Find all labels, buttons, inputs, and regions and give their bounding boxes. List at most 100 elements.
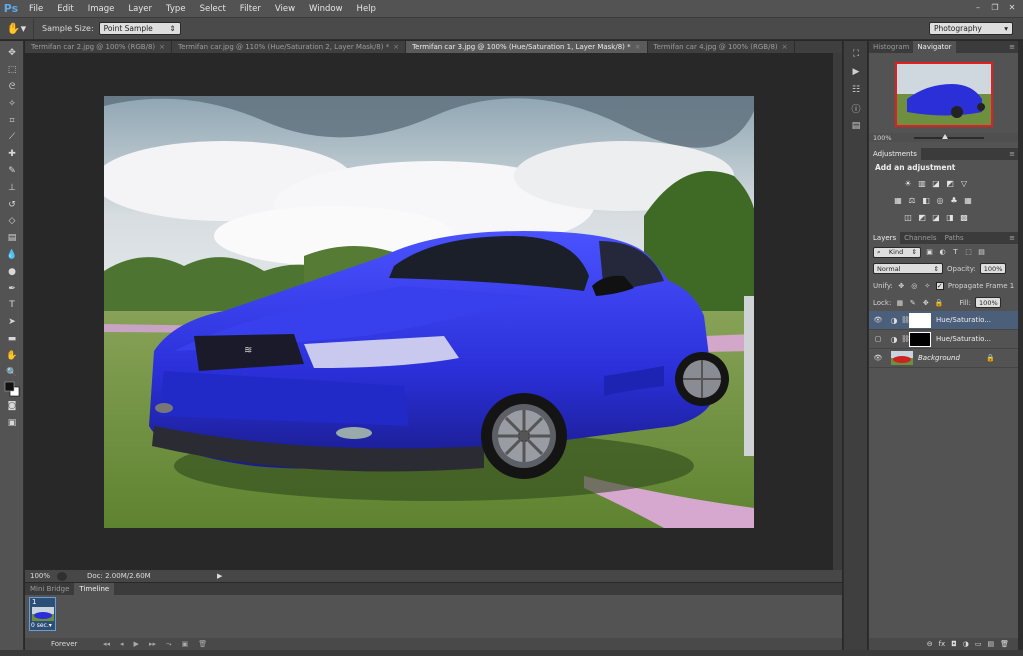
navigator-thumbnail[interactable] (895, 62, 993, 127)
restore-button[interactable]: ❐ (988, 2, 1002, 14)
color-swatches-icon[interactable] (0, 381, 24, 398)
selective-color-icon[interactable]: ◨ (945, 213, 955, 223)
navigator-zoom-slider[interactable] (913, 133, 984, 139)
unify-visibility-icon[interactable]: ◎ (910, 282, 919, 290)
photo-filter-icon[interactable]: ◎ (935, 196, 945, 206)
status-menu-arrow-icon[interactable]: ▶ (217, 572, 222, 580)
panel-menu-icon[interactable]: ≡ (1009, 148, 1015, 160)
gradient-tool-icon[interactable]: ▤ (0, 230, 24, 247)
first-frame-icon[interactable]: ◂◂ (103, 640, 110, 648)
sample-size-select[interactable]: Point Sample ⇕ (98, 22, 181, 35)
duplicate-frame-icon[interactable]: ▣ (182, 640, 189, 648)
lock-pixels-icon[interactable]: ✎ (908, 299, 917, 307)
add-mask-icon[interactable]: ◘ (951, 640, 957, 648)
loop-select[interactable]: Forever (51, 640, 93, 648)
layer-style-icon[interactable]: fx (939, 640, 946, 648)
delete-frame-icon[interactable]: 🗑 (198, 640, 207, 648)
tab-channels[interactable]: Channels (900, 232, 940, 244)
slider-knob-icon[interactable] (941, 133, 948, 139)
zoom-tool-icon[interactable]: 🔍 (0, 364, 24, 381)
invert-icon[interactable]: ◫ (903, 213, 913, 223)
tab-histogram[interactable]: Histogram (869, 41, 913, 53)
tab-timeline[interactable]: Timeline (74, 583, 115, 595)
opacity-input[interactable]: 100% (979, 263, 1006, 274)
layer-mask-thumbnail[interactable] (909, 331, 931, 347)
pixel-filter-icon[interactable]: ▣ (925, 248, 934, 256)
move-tool-icon[interactable]: ✥ (0, 45, 24, 62)
shape-filter-icon[interactable]: ⬚ (964, 248, 973, 256)
document-tab[interactable]: Termifan car.jpg @ 110% (Hue/Saturation … (172, 41, 407, 53)
menu-edit[interactable]: Edit (50, 0, 80, 18)
tab-mini-bridge[interactable]: Mini Bridge (25, 583, 74, 595)
animation-frame[interactable]: 1 0 sec.▾ (29, 597, 56, 631)
eyedropper-tool-icon[interactable]: ⟋ (0, 129, 24, 146)
layer-row[interactable]: 👁 ◑ ⛓ Hue/Saturatio... (869, 311, 1018, 330)
brush-tool-icon[interactable]: ✎ (0, 163, 24, 180)
menu-type[interactable]: Type (159, 0, 193, 18)
smart-object-filter-icon[interactable]: ▤ (977, 248, 986, 256)
tab-adjustments[interactable]: Adjustments (869, 148, 921, 160)
link-chain-icon[interactable]: ⛓ (901, 316, 910, 324)
menu-image[interactable]: Image (81, 0, 122, 18)
fill-input[interactable]: 100% (975, 297, 1002, 308)
menu-layer[interactable]: Layer (121, 0, 159, 18)
color-balance-icon[interactable]: ⚖ (907, 196, 917, 206)
menu-select[interactable]: Select (193, 0, 233, 18)
menu-window[interactable]: Window (302, 0, 350, 18)
tab-navigator[interactable]: Navigator (913, 41, 956, 53)
previous-frame-icon[interactable]: ◂ (120, 640, 124, 648)
close-tab-icon[interactable]: × (393, 43, 399, 51)
link-chain-icon[interactable]: ⛓ (901, 335, 910, 343)
curves-icon[interactable]: ◪ (931, 179, 941, 189)
menu-file[interactable]: File (22, 0, 50, 18)
layer-mask-thumbnail[interactable] (909, 312, 931, 328)
type-tool-icon[interactable]: T (0, 297, 24, 314)
close-tab-icon[interactable]: × (635, 43, 641, 51)
brightness-contrast-icon[interactable]: ☀ (903, 179, 913, 189)
hue-saturation-icon[interactable]: ▦ (893, 196, 903, 206)
hand-tool-icon[interactable]: ✋ (0, 347, 24, 364)
minimize-button[interactable]: – (971, 2, 985, 14)
exposure-icon[interactable]: ◩ (945, 179, 955, 189)
delete-layer-icon[interactable]: 🗑 (1000, 640, 1009, 648)
history-brush-tool-icon[interactable]: ↺ (0, 196, 24, 213)
layer-row[interactable]: 👁 Background 🔒 (869, 349, 1018, 368)
adjustment-filter-icon[interactable]: ◐ (938, 248, 947, 256)
hand-tool-preset-icon[interactable]: ✋▾ (0, 18, 34, 39)
shape-tool-icon[interactable]: ▬ (0, 331, 24, 348)
visibility-eye-icon[interactable]: 👁 (869, 316, 887, 324)
layer-filter-select[interactable]: ⌕ Kind ⇕ (873, 246, 921, 258)
levels-icon[interactable]: ▥ (917, 179, 927, 189)
lock-position-icon[interactable]: ✥ (921, 299, 930, 307)
lasso-tool-icon[interactable]: ᘓ (0, 79, 24, 96)
quick-mask-icon[interactable]: ◙ (0, 398, 24, 415)
workspace-select[interactable]: Photography ▾ (929, 22, 1013, 35)
clone-stamp-tool-icon[interactable]: ⊥ (0, 179, 24, 196)
info-panel-icon[interactable]: ⓘ (844, 99, 868, 117)
brush-presets-panel-icon[interactable]: ▤ (844, 117, 868, 135)
vibrance-icon[interactable]: ▽ (959, 179, 969, 189)
visibility-eye-icon[interactable]: 👁 (869, 354, 887, 362)
zoom-level[interactable]: 100% (25, 572, 57, 580)
document-tab-active[interactable]: Termifan car 3.jpg @ 100% (Hue/Saturatio… (406, 41, 648, 53)
eraser-tool-icon[interactable]: ◇ (0, 213, 24, 230)
frame-delay[interactable]: 0 sec.▾ (31, 622, 52, 629)
vertical-scrollbar[interactable] (833, 53, 842, 570)
propagate-checkbox[interactable]: ✓ (935, 281, 944, 290)
crop-tool-icon[interactable]: ⌗ (0, 112, 24, 129)
background-thumbnail[interactable] (891, 351, 913, 365)
new-adjustment-icon[interactable]: ◑ (963, 640, 969, 648)
menu-help[interactable]: Help (350, 0, 383, 18)
new-layer-icon[interactable]: ▤ (987, 640, 994, 648)
blur-tool-icon[interactable]: 💧 (0, 247, 24, 264)
posterize-icon[interactable]: ◩ (917, 213, 927, 223)
document-tab[interactable]: Termifan car 4.jpg @ 100% (RGB/8) × (648, 41, 795, 53)
tab-layers[interactable]: Layers (869, 232, 901, 244)
screen-mode-icon[interactable]: ▣ (0, 415, 24, 432)
healing-brush-tool-icon[interactable]: ✚ (0, 146, 24, 163)
channel-mixer-icon[interactable]: ♣ (949, 196, 959, 206)
black-white-icon[interactable]: ◧ (921, 196, 931, 206)
path-selection-tool-icon[interactable]: ➤ (0, 314, 24, 331)
blend-mode-select[interactable]: Normal ⇕ (873, 263, 943, 274)
layer-row[interactable]: ▢ ◑ ⛓ Hue/Saturatio... (869, 330, 1018, 349)
